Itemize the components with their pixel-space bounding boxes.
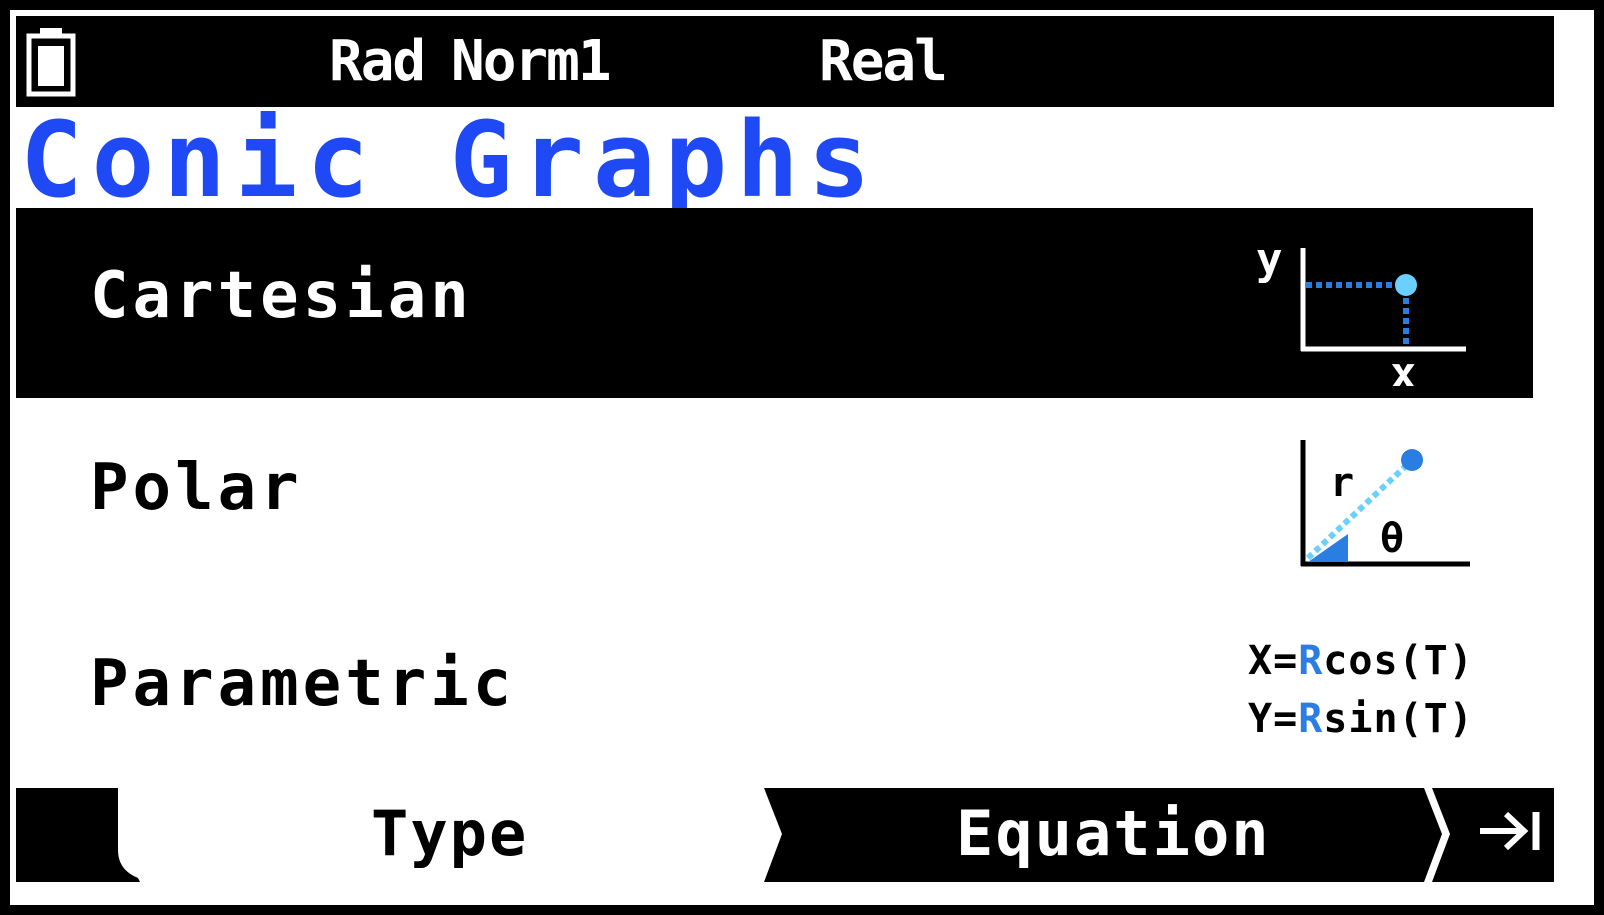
parametric-y-equation: Y=Rsin(T) <box>1248 690 1474 748</box>
x-axis-label: x <box>1390 348 1417 386</box>
eq-lhs: X <box>1248 638 1274 684</box>
display-mode-indicator: Norm1 <box>451 29 612 94</box>
menu-item-parametric[interactable]: Parametric X=Rcos(T) Y=Rsin(T) <box>16 592 1533 774</box>
y-axis-label: y <box>1256 234 1283 285</box>
angle-mode-indicator: Rad <box>329 29 426 94</box>
theta-label: θ <box>1380 516 1404 562</box>
complex-mode-indicator: Real <box>819 29 948 94</box>
menu-item-label: Cartesian <box>90 259 473 333</box>
eq-sign: = <box>1273 696 1299 742</box>
menu-item-cartesian[interactable]: Cartesian y x <box>16 208 1533 398</box>
menu-item-polar[interactable]: Polar r θ <box>16 400 1533 590</box>
f2-equation-button[interactable]: Equation <box>956 796 1271 872</box>
next-page-icon[interactable] <box>1476 808 1546 854</box>
eq-sign: = <box>1273 638 1299 684</box>
function-key-bar: Type Equation <box>16 788 1554 882</box>
polar-graph-icon: r θ <box>1300 440 1470 567</box>
r-label: r <box>1330 460 1354 506</box>
parametric-x-equation: X=Rcos(T) <box>1248 632 1474 690</box>
battery-icon <box>26 28 76 97</box>
app-title: Conic Graphs <box>20 99 880 221</box>
eq-radius: R <box>1298 696 1324 742</box>
menu-item-label: Parametric <box>90 647 516 721</box>
status-bar: Rad Norm1 Real <box>16 16 1554 107</box>
f1-type-button[interactable]: Type <box>371 796 528 872</box>
eq-lhs: Y <box>1248 696 1274 742</box>
eq-function: sin(T) <box>1323 696 1474 742</box>
eq-function: cos(T) <box>1323 638 1474 684</box>
eq-radius: R <box>1298 638 1324 684</box>
function-key-background <box>16 788 1554 882</box>
menu-item-label: Polar <box>90 451 303 525</box>
cartesian-graph-icon: y x <box>1256 234 1466 386</box>
calculator-screen: Rad Norm1 Real Conic Graphs Cartesian y … <box>10 10 1594 905</box>
parametric-equation-icon: X=Rcos(T) Y=Rsin(T) <box>1248 632 1474 748</box>
